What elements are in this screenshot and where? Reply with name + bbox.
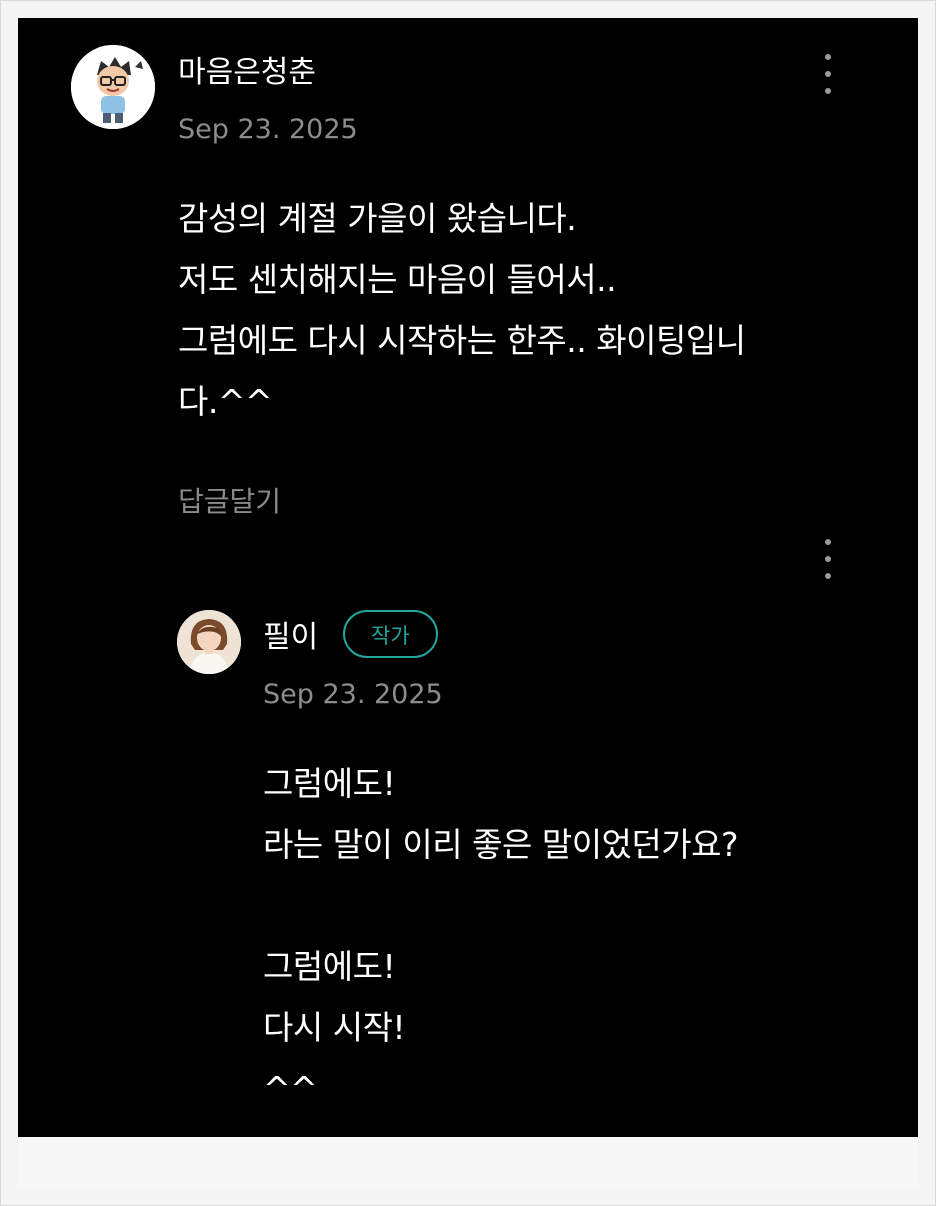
photo-frame: 마음은청춘 Sep 23. 2025 감성의 계절 가을이 왔습니다. 저도 센…: [0, 0, 936, 1206]
comment-line: 저도 센치해지는 마음이 들어서..: [178, 260, 617, 299]
comment-date: Sep 23. 2025: [178, 114, 358, 145]
write-reply-button[interactable]: 답글달기: [178, 485, 281, 519]
reply-line: 다시 시작!: [263, 1008, 406, 1047]
commenter-name[interactable]: 마음은청춘: [178, 55, 316, 91]
comment-line: 감성의 계절 가을이 왔습니다.: [178, 199, 577, 238]
comment-thread: 마음은청춘 Sep 23. 2025 감성의 계절 가을이 왔습니다. 저도 센…: [18, 18, 918, 1137]
reply-author-name[interactable]: 필이: [263, 620, 318, 656]
reply-more-icon[interactable]: [816, 533, 840, 585]
comment-line: 그럼에도 다시 시작하는 한주.. 화이팅입니: [178, 321, 746, 360]
frame-bottom-margin: [18, 1137, 918, 1189]
commenter-avatar[interactable]: [71, 45, 155, 129]
reply-line: [263, 875, 738, 936]
comment-body: 감성의 계절 가을이 왔습니다. 저도 센치해지는 마음이 들어서.. 그럼에도…: [178, 188, 746, 432]
reply-line: ^^: [263, 1069, 318, 1108]
author-badge: 작가: [343, 610, 438, 658]
reply-line: 그럼에도!: [263, 764, 396, 803]
comment-more-icon[interactable]: [816, 48, 840, 100]
reply-line: 라는 말이 이리 좋은 말이었던가요?: [263, 825, 739, 864]
cartoon-man-avatar-icon: [71, 45, 155, 129]
reply-date: Sep 23. 2025: [263, 679, 443, 710]
comment-line: 다.^^: [178, 382, 273, 421]
reply-line: 그럼에도!: [263, 947, 396, 986]
reply-author-avatar[interactable]: [177, 610, 241, 674]
reply-body: 그럼에도! 라는 말이 이리 좋은 말이었던가요? 그럼에도! 다시 시작! ^…: [263, 753, 739, 1119]
woman-portrait-avatar-icon: [177, 610, 241, 674]
